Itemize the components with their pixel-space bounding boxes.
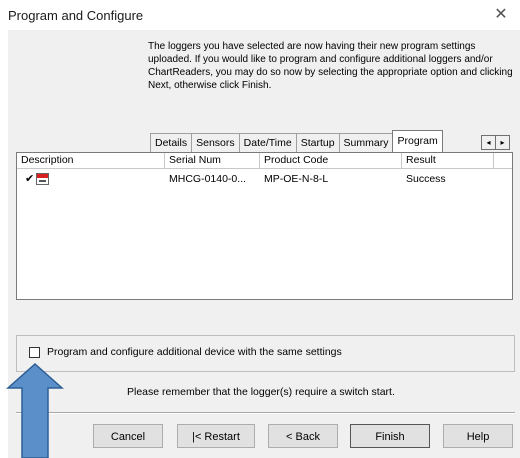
tab-scroll-controls: ◂ ▸ <box>481 135 510 150</box>
tab-summary[interactable]: Summary <box>338 133 394 152</box>
table-row[interactable]: ✔ MHCG-0140-0... MP-OE-N-8-L Success <box>17 171 512 189</box>
cancel-button[interactable]: Cancel <box>93 424 163 448</box>
tab-details[interactable]: Details <box>150 133 193 152</box>
switch-start-reminder: Please remember that the logger(s) requi… <box>127 386 395 398</box>
list-header: Description Serial Num Product Code Resu… <box>17 153 512 169</box>
result-cell: Success <box>406 173 446 185</box>
window-title: Program and Configure <box>8 8 144 23</box>
tab-startup[interactable]: Startup <box>295 133 340 152</box>
column-result[interactable]: Result <box>402 153 494 168</box>
intro-text: The loggers you have selected are now ha… <box>148 41 513 91</box>
tab-sensors[interactable]: Sensors <box>191 133 240 152</box>
scroll-left-icon[interactable]: ◂ <box>481 135 496 150</box>
additional-device-label[interactable]: Program and configure additional device … <box>47 346 342 358</box>
serial-num-cell: MHCG-0140-0... <box>169 173 247 185</box>
finish-button[interactable]: Finish <box>350 424 430 448</box>
title-bar: Program and Configure ✕ <box>0 0 520 30</box>
checkmark-icon: ✔ <box>25 173 35 185</box>
tab-date-time[interactable]: Date/Time <box>238 133 297 152</box>
product-code-cell: MP-OE-N-8-L <box>264 173 329 185</box>
additional-device-checkbox[interactable] <box>29 347 40 358</box>
tab-strip: Details Sensors Date/Time Startup Summar… <box>150 130 443 152</box>
annotation-arrow-icon <box>6 363 64 458</box>
button-separator <box>16 412 515 414</box>
tab-program[interactable]: Program <box>392 130 443 152</box>
scroll-right-icon[interactable]: ▸ <box>495 135 510 150</box>
results-list[interactable]: Description Serial Num Product Code Resu… <box>16 152 513 300</box>
column-serial-num[interactable]: Serial Num <box>165 153 260 168</box>
column-product-code[interactable]: Product Code <box>260 153 402 168</box>
back-button[interactable]: < Back <box>268 424 338 448</box>
column-description[interactable]: Description <box>17 153 165 168</box>
help-button[interactable]: Help <box>443 424 513 448</box>
restart-button[interactable]: |< Restart <box>177 424 255 448</box>
close-icon[interactable]: ✕ <box>490 4 512 26</box>
logger-device-icon <box>36 173 49 185</box>
